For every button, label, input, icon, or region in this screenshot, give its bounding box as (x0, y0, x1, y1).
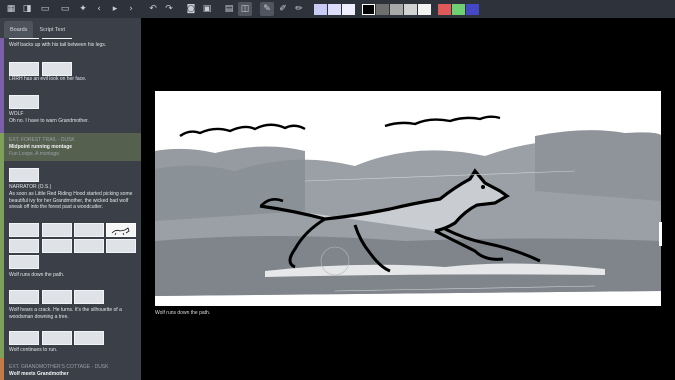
board-caption-main: Wolf runs down the path. (155, 310, 211, 316)
board-thumbnail[interactable] (9, 168, 39, 182)
scene-subtitle: Fun Loops. A montage. (9, 151, 61, 157)
color-swatch-light-3[interactable] (342, 3, 355, 15)
layout-4up-icon[interactable]: ▭ (56, 2, 74, 16)
board-thumbnail[interactable] (42, 62, 72, 76)
camera-icon[interactable]: ◙ (184, 2, 198, 16)
board-thumbnail[interactable] (74, 239, 104, 253)
color-swatch-light-2[interactable] (328, 3, 341, 15)
play-icon[interactable]: ▸ (108, 2, 122, 16)
tab-script-text[interactable]: Script Text (33, 21, 71, 38)
briefcase-icon[interactable]: ▣ (200, 2, 214, 16)
layout-2up-icon[interactable]: ▭ (36, 2, 54, 16)
star-icon[interactable]: ✦ (76, 2, 90, 16)
brush-tool-icon[interactable]: ✏ (292, 2, 306, 16)
wolf-sketch-drawing (155, 115, 661, 296)
board-thumbnail[interactable] (42, 223, 72, 237)
board-caption: Wolf continues to run. (9, 347, 58, 353)
board-thumbnail[interactable] (74, 223, 104, 237)
dialogue-character: NARRATOR (O.S.) (9, 184, 52, 190)
dialogue-character: WOLF (9, 111, 24, 117)
pencil-tool-icon[interactable]: ✎ (260, 2, 274, 16)
board-sidebar[interactable]: Boards Script Text Wolf backs up with hi… (0, 18, 141, 380)
board-thumbnail[interactable] (74, 331, 104, 345)
storyboard-app: ▦ ◨ ▭ ▭ ✦ ‹ ▸ › ↶ ↷ ◙ ▣ ▤ ◫ ✎ ✐ ✏ Boards… (0, 0, 675, 380)
color-swatch-gray-2[interactable] (390, 3, 403, 15)
scene-slug: EXT. GRANDMOTHER'S COTTAGE - DUSK (9, 364, 109, 370)
pen-tool-icon[interactable]: ✐ (276, 2, 290, 16)
board-thumbnail[interactable] (42, 239, 72, 253)
tab-boards[interactable]: Boards (4, 21, 34, 38)
sidebar-tabs: Boards Script Text (0, 18, 141, 38)
scene-title: Midpoint running montage (9, 144, 73, 150)
drawing-canvas[interactable] (155, 91, 661, 306)
undo-icon[interactable]: ↶ (146, 2, 160, 16)
keyboard-icon[interactable]: ▤ (222, 2, 236, 16)
scene-accent-purple (0, 38, 4, 133)
board-caption: LRRH has an evil look on her face. (9, 76, 87, 82)
board-thumbnail[interactable] (42, 331, 72, 345)
board-caption: Wolf hears a crack. He turns. It's the s… (9, 307, 122, 320)
color-swatch-gray-3[interactable] (404, 3, 417, 15)
wolf-sketch-mini-icon (111, 227, 130, 236)
redo-icon[interactable]: ↷ (162, 2, 176, 16)
board-thumbnail[interactable] (9, 331, 39, 345)
canvas-edge (659, 222, 662, 246)
scene-accent-orange (0, 358, 4, 380)
color-swatch-green[interactable] (452, 3, 465, 15)
color-swatch-white[interactable] (418, 3, 431, 15)
board-thumbnail-selected[interactable] (106, 223, 136, 237)
board-thumbnail[interactable] (9, 95, 39, 109)
next-board-icon[interactable]: › (124, 2, 138, 16)
board-thumbnail[interactable] (42, 290, 72, 304)
scene-title: Wolf meets Grandmother (9, 371, 69, 377)
board-thumbnail[interactable] (9, 255, 39, 269)
board-thumbnail[interactable] (74, 290, 104, 304)
board-caption: Wolf runs down the path. (9, 272, 65, 278)
dialogue-line: As soon as Little Red Riding Hood starte… (9, 191, 133, 210)
board-thumbnail[interactable] (9, 62, 39, 76)
color-swatch-red[interactable] (438, 3, 451, 15)
board-caption: Wolf backs up with his tail between his … (9, 42, 107, 48)
toolbar: ▦ ◨ ▭ ▭ ✦ ‹ ▸ › ↶ ↷ ◙ ▣ ▤ ◫ ✎ ✐ ✏ (0, 0, 675, 18)
color-swatch-black[interactable] (362, 3, 375, 15)
add-board-before-icon[interactable]: ◨ (20, 2, 34, 16)
scene-slug: EXT. FOREST TRAIL - DUSK (9, 137, 75, 143)
board-thumbnail[interactable] (106, 239, 136, 253)
board-thumbnail[interactable] (9, 239, 39, 253)
scene-accent-green (0, 133, 4, 358)
dialogue-line: Oh no. I have to warn Grandmother. (9, 118, 89, 124)
previous-board-icon[interactable]: ‹ (92, 2, 106, 16)
eraser-icon[interactable]: ◫ (238, 2, 252, 16)
board-thumbnail[interactable] (9, 290, 39, 304)
color-swatch-light-1[interactable] (314, 3, 327, 15)
board-thumbnail[interactable] (9, 223, 39, 237)
color-swatch-gray-1[interactable] (376, 3, 389, 15)
add-board-icon[interactable]: ▦ (4, 2, 18, 16)
color-swatch-blue[interactable] (466, 3, 479, 15)
